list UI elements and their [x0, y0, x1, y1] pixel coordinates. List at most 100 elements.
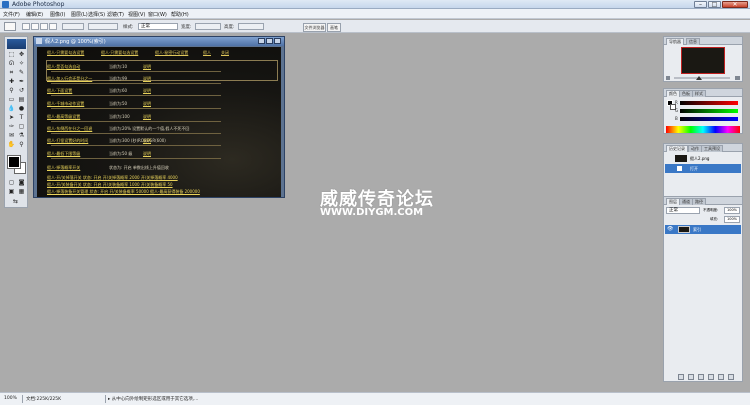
add-selection-icon[interactable]: [31, 23, 39, 30]
menu-select[interactable]: 选择(S): [88, 11, 105, 18]
fill-input[interactable]: 100%: [724, 216, 740, 223]
clone-stamp-tool-icon[interactable]: ⚲: [7, 87, 16, 95]
hand-tool-icon[interactable]: ✋: [7, 141, 16, 149]
slice-tool-icon[interactable]: ✎: [17, 69, 26, 77]
green-slider[interactable]: [680, 109, 738, 113]
type-tool-icon[interactable]: T: [17, 114, 26, 122]
crop-tool-icon[interactable]: ⌗: [7, 69, 16, 77]
standard-mode-icon[interactable]: ◻: [7, 179, 16, 187]
setting-link[interactable]: 假人·是否勾选自动: [47, 64, 80, 70]
drop-setting-row[interactable]: 假人·开/关装备开关 状态: 开启 开/关装备概率 1000 开/关装备概率 5…: [47, 182, 173, 188]
notes-tool-icon[interactable]: ✉: [7, 132, 16, 140]
history-brush-tool-icon[interactable]: ↺: [17, 87, 26, 95]
tab-styles[interactable]: 样式: [692, 90, 706, 97]
setting-link[interactable]: 假人·打怪设置好的时间: [47, 138, 88, 144]
quick-mask-icon[interactable]: ◙: [17, 179, 26, 187]
menu-file[interactable]: 文件(F): [3, 11, 20, 18]
setting-link[interactable]: 假人·下面设置: [47, 88, 72, 94]
new-selection-icon[interactable]: [22, 23, 30, 30]
maximize-button[interactable]: □: [708, 1, 721, 8]
setting-help-link[interactable]: 说明: [143, 114, 151, 120]
blue-slider[interactable]: [680, 117, 738, 121]
doc-maximize-button[interactable]: [266, 38, 273, 44]
move-tool-icon[interactable]: ✥: [17, 51, 26, 59]
opacity-input[interactable]: 100%: [724, 207, 740, 214]
tab-history[interactable]: 历史记录: [666, 145, 688, 152]
doc-close-button[interactable]: [274, 38, 281, 44]
healing-brush-tool-icon[interactable]: ✚: [7, 78, 16, 86]
tab-navigator[interactable]: 导航器: [666, 38, 684, 45]
zoom-tool-icon[interactable]: ⚲: [17, 141, 26, 149]
setting-help-link[interactable]: 说明: [143, 88, 151, 94]
marquee-tool-icon[interactable]: ⬚: [7, 51, 16, 59]
navigator-thumbnail[interactable]: [681, 47, 725, 74]
setting-link[interactable]: 假人·加入行会还是分之一: [47, 76, 92, 82]
height-input[interactable]: [238, 23, 264, 30]
pen-tool-icon[interactable]: ✑: [7, 123, 16, 131]
setting-help-link[interactable]: 说明: [143, 64, 151, 70]
setting-help-link[interactable]: 说明: [143, 101, 151, 107]
tab-channels[interactable]: 通道: [679, 198, 693, 205]
red-slider[interactable]: [680, 101, 738, 105]
jump-to-imageready-icon[interactable]: ⇆: [11, 198, 20, 206]
menu-filter[interactable]: 滤镜(T): [107, 11, 124, 18]
tool-preset-picker[interactable]: [4, 22, 16, 31]
intersect-selection-icon[interactable]: [49, 23, 57, 30]
setting-link[interactable]: 假人·最低下限等级: [47, 151, 80, 157]
history-step-open[interactable]: 打开: [665, 164, 741, 173]
drop-setting-row[interactable]: 假人·开/关掉落开关 状态: 开启 开/关掉落概率 2000 开/关掉落概率 4…: [47, 175, 178, 181]
full-screen-icon[interactable]: ▦: [17, 188, 26, 196]
setting-help-link[interactable]: 说明: [143, 151, 151, 157]
layer-set-icon[interactable]: [698, 374, 704, 380]
tab-file-browser[interactable]: 文件浏览器: [303, 23, 326, 32]
magic-wand-tool-icon[interactable]: ✧: [17, 60, 26, 68]
eraser-tool-icon[interactable]: ▭: [7, 96, 16, 104]
foreground-color-swatch[interactable]: [7, 155, 21, 169]
antialias-checkbox[interactable]: [88, 23, 118, 30]
menu-image[interactable]: 图像(I): [50, 11, 65, 18]
dodge-tool-icon[interactable]: ●: [17, 105, 26, 113]
path-selection-tool-icon[interactable]: ➤: [7, 114, 16, 122]
layer-mask-icon[interactable]: [688, 374, 694, 380]
photoshop-logo-icon[interactable]: [7, 39, 26, 49]
menu-view[interactable]: 视图(V): [128, 11, 145, 18]
trash-icon[interactable]: [728, 374, 734, 380]
document-window[interactable]: 假人2.png @ 100%(索引) 假人·只需要勾选设置 假人·只需要勾选设置…: [33, 36, 285, 198]
adjustment-layer-icon[interactable]: [708, 374, 714, 380]
new-layer-icon[interactable]: [718, 374, 724, 380]
layer-style-icon[interactable]: [678, 374, 684, 380]
tab-paths[interactable]: 路径: [692, 198, 706, 205]
doc-minimize-button[interactable]: [258, 38, 265, 44]
menu-layer[interactable]: 图层(L): [71, 11, 88, 18]
document-canvas[interactable]: 假人·只需要勾选设置 假人·只需要勾选设置 假人·秘密行动设置 假人 关闭 假人…: [37, 47, 281, 197]
menu-edit[interactable]: 编辑(E): [26, 11, 43, 18]
style-select[interactable]: 正常: [138, 23, 178, 30]
navigator-zoom-slider[interactable]: [666, 76, 740, 80]
tab-layers[interactable]: 图层: [666, 198, 680, 205]
menu-help[interactable]: 帮助(H): [171, 11, 189, 18]
setting-help-link[interactable]: 说明: [143, 76, 151, 82]
setting-link[interactable]: 假人·千城市动作设置: [47, 101, 84, 107]
tab-actions[interactable]: 动作: [688, 145, 702, 152]
blur-tool-icon[interactable]: 💧: [7, 105, 16, 113]
lasso-tool-icon[interactable]: ᘏ: [7, 60, 16, 68]
shape-tool-icon[interactable]: ▢: [17, 123, 26, 131]
menu-window[interactable]: 窗口(W): [148, 11, 167, 18]
width-input[interactable]: [195, 23, 221, 30]
setting-link[interactable]: 假人·最高等级设置: [47, 114, 80, 120]
close-button[interactable]: ✕: [722, 1, 748, 8]
eye-icon[interactable]: 👁: [667, 226, 673, 232]
setting-help-link[interactable]: 说明: [143, 138, 151, 144]
history-snapshot[interactable]: 假人2.png: [665, 154, 741, 163]
setting-link[interactable]: 假人·东倒西在分之一回退: [47, 126, 92, 132]
brush-tool-icon[interactable]: ✒: [17, 78, 26, 86]
tab-swatches[interactable]: 色板: [679, 90, 693, 97]
tab-color[interactable]: 颜色: [666, 90, 680, 97]
drop-setting-row[interactable]: 假人·掉落装备开关管理 状态: 开启 开/关装备概率 50000 假人·最高获得…: [47, 189, 200, 195]
tab-tool-presets[interactable]: 工具预设: [701, 145, 723, 152]
blend-mode-select[interactable]: 正常: [666, 207, 700, 214]
document-title-bar[interactable]: 假人2.png @ 100%(索引): [34, 37, 284, 46]
minimize-button[interactable]: –: [694, 1, 707, 8]
color-spectrum[interactable]: [666, 126, 740, 133]
gradient-tool-icon[interactable]: ▤: [17, 96, 26, 104]
